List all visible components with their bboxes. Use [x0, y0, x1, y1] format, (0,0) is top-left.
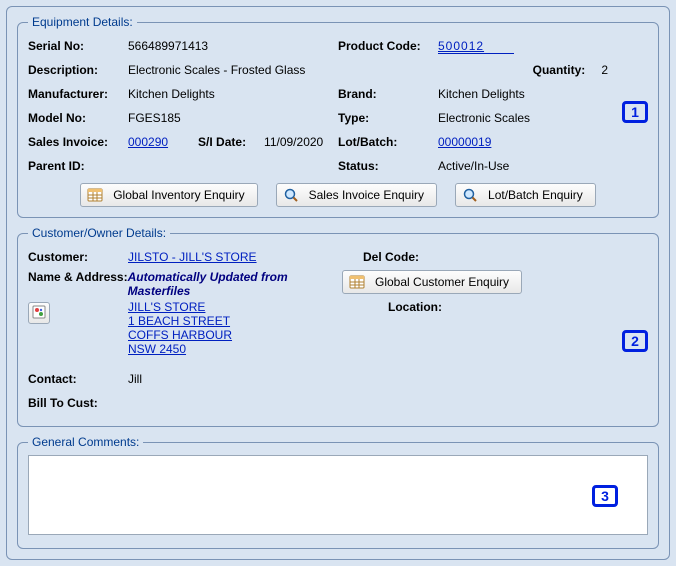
- customer-label: Customer:: [28, 250, 128, 264]
- lot-batch-enquiry-label: Lot/Batch Enquiry: [488, 188, 583, 202]
- lot-batch-label: Lot/Batch:: [338, 135, 438, 149]
- lot-batch-enquiry-button[interactable]: Lot/Batch Enquiry: [455, 183, 596, 207]
- callout-2: 2: [622, 330, 648, 352]
- customer-legend: Customer/Owner Details:: [28, 226, 170, 240]
- description-label: Description:: [28, 63, 128, 77]
- sales-invoice-link[interactable]: 000290: [128, 135, 168, 149]
- sales-invoice-label: Sales Invoice:: [28, 135, 128, 149]
- global-inventory-enquiry-button[interactable]: Global Inventory Enquiry: [80, 183, 257, 207]
- manufacturer-label: Manufacturer:: [28, 87, 128, 101]
- edit-address-button[interactable]: [28, 302, 50, 324]
- sales-invoice-enquiry-label: Sales Invoice Enquiry: [309, 188, 424, 202]
- contact-value: Jill: [128, 372, 142, 386]
- product-code-link[interactable]: 500012: [438, 39, 514, 54]
- edit-icon: [32, 305, 46, 322]
- global-customer-enquiry-label: Global Customer Enquiry: [375, 275, 509, 289]
- magnifier-icon: [283, 187, 299, 203]
- manufacturer-value: Kitchen Delights: [128, 87, 215, 101]
- customer-link[interactable]: JILSTO - JILL'S STORE: [128, 250, 257, 264]
- address-line-1[interactable]: JILL'S STORE: [128, 300, 388, 314]
- main-panel: Equipment Details: Serial No: 5664899714…: [6, 6, 670, 560]
- serial-label: Serial No:: [28, 39, 128, 53]
- address-line-4[interactable]: NSW 2450: [128, 342, 388, 356]
- si-date-value: 11/09/2020: [264, 135, 323, 149]
- global-inventory-enquiry-label: Global Inventory Enquiry: [113, 188, 244, 202]
- equipment-legend: Equipment Details:: [28, 15, 137, 29]
- quantity-label: Quantity:: [533, 63, 586, 77]
- status-value: Active/In-Use: [438, 159, 509, 173]
- contact-label: Contact:: [28, 372, 128, 386]
- address-line-2[interactable]: 1 BEACH STREET: [128, 314, 388, 328]
- comments-legend: General Comments:: [28, 435, 143, 449]
- product-code-label: Product Code:: [338, 39, 438, 53]
- location-label: Location:: [388, 300, 442, 314]
- spreadsheet-icon: [349, 274, 365, 290]
- customer-fieldset: Customer/Owner Details: Customer: JILSTO…: [17, 226, 659, 427]
- callout-3: 3: [592, 485, 618, 507]
- del-code-label: Del Code:: [363, 250, 419, 264]
- quantity-value: 2: [601, 63, 608, 77]
- auto-update-message: Automatically Updated from Masterfiles: [128, 270, 338, 298]
- name-address-label: Name & Address:: [28, 270, 128, 284]
- comments-fieldset: General Comments: 3: [17, 435, 659, 549]
- bill-to-label: Bill To Cust:: [28, 396, 128, 410]
- parent-id-label: Parent ID:: [28, 159, 128, 173]
- model-value: FGES185: [128, 111, 181, 125]
- serial-value: 566489971413: [128, 39, 208, 53]
- magnifier-icon: [462, 187, 478, 203]
- type-label: Type:: [338, 111, 438, 125]
- si-date-label: S/I Date:: [198, 135, 264, 149]
- brand-value: Kitchen Delights: [438, 87, 525, 101]
- comments-textarea[interactable]: [28, 455, 648, 535]
- description-value: Electronic Scales - Frosted Glass: [128, 63, 305, 77]
- status-label: Status:: [338, 159, 438, 173]
- type-value: Electronic Scales: [438, 111, 530, 125]
- address-line-3[interactable]: COFFS HARBOUR: [128, 328, 388, 342]
- brand-label: Brand:: [338, 87, 438, 101]
- sales-invoice-enquiry-button[interactable]: Sales Invoice Enquiry: [276, 183, 437, 207]
- lot-batch-link[interactable]: 00000019: [438, 135, 491, 149]
- equipment-fieldset: Equipment Details: Serial No: 5664899714…: [17, 15, 659, 218]
- spreadsheet-icon: [87, 187, 103, 203]
- callout-1: 1: [622, 101, 648, 123]
- global-customer-enquiry-button[interactable]: Global Customer Enquiry: [342, 270, 522, 294]
- model-label: Model No:: [28, 111, 128, 125]
